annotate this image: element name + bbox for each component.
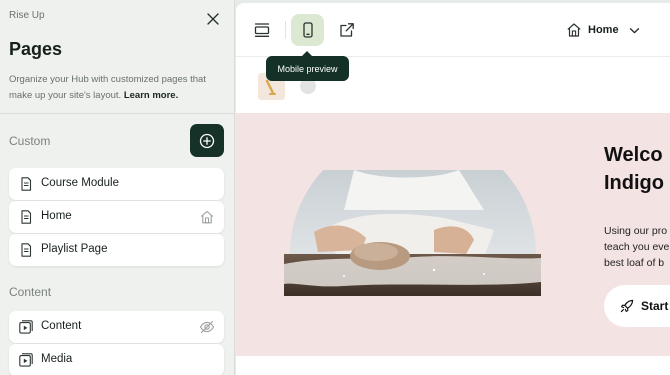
- page-select-dropdown[interactable]: Home: [566, 20, 640, 40]
- plus-circle-icon: [199, 133, 215, 148]
- toolbar-separator: [285, 21, 286, 39]
- page-item-label: Content: [41, 320, 82, 332]
- page-item-label: Home: [41, 210, 72, 222]
- sidebar-description: Organize your Hub with customized pages …: [9, 72, 224, 104]
- add-page-button[interactable]: [190, 124, 224, 157]
- page-item-label: Media: [41, 353, 73, 365]
- page-item-playlist-page[interactable]: Playlist Page: [9, 234, 224, 266]
- start-cta-label: Start: [641, 299, 669, 313]
- page-select-value: Home: [588, 24, 619, 36]
- page-item-home[interactable]: Home: [9, 201, 224, 233]
- divider: [0, 113, 234, 114]
- mobile-preview-tooltip: Mobile preview: [266, 51, 349, 81]
- learn-more-link[interactable]: Learn more.: [124, 90, 178, 101]
- hidden-eye-icon: [199, 320, 215, 334]
- home-icon: [200, 210, 214, 224]
- rocket-icon: [620, 299, 634, 313]
- page-item-label: Playlist Page: [41, 243, 108, 255]
- page-item-content[interactable]: Content: [9, 311, 224, 343]
- desktop-preview-button[interactable]: [245, 14, 278, 46]
- content-icon: [19, 320, 33, 334]
- external-link-icon: [339, 23, 354, 37]
- mobile-phone-icon: [302, 22, 313, 38]
- page-icon: [21, 243, 32, 257]
- start-cta-button[interactable]: Start: [604, 285, 670, 327]
- close-button[interactable]: [204, 10, 222, 28]
- page-title: Pages: [9, 39, 63, 59]
- hero-image-bread-dough: [284, 170, 541, 296]
- page-icon: [21, 210, 32, 224]
- content-section-label: Content: [9, 285, 52, 299]
- layout-icon: [254, 23, 269, 37]
- open-external-button[interactable]: [330, 14, 363, 46]
- hero-title: Welco Indigo: [604, 144, 664, 194]
- preview-panel: Home Mobile preview Welco Indigo Using o…: [236, 3, 670, 375]
- mobile-preview-button[interactable]: [291, 14, 324, 46]
- page-icon: [21, 177, 32, 191]
- page-item-media[interactable]: Media: [9, 344, 224, 375]
- page-item-course-module[interactable]: Course Module: [9, 168, 224, 200]
- page-item-label: Course Module: [41, 177, 119, 189]
- pages-sidebar: Rise Up Pages Organize your Hub with cus…: [0, 0, 235, 375]
- site-name: Rise Up: [9, 10, 45, 21]
- hero-section: Welco Indigo Using our pro teach you eve…: [236, 113, 670, 356]
- home-icon: [567, 23, 581, 37]
- close-icon: [207, 13, 219, 25]
- hero-text: Using our pro teach you eve best loaf of…: [604, 225, 670, 269]
- media-icon: [19, 353, 33, 367]
- custom-section-label: Custom: [9, 134, 51, 148]
- chevron-down-icon: [629, 27, 639, 33]
- preview-toolbar: Home: [236, 3, 670, 57]
